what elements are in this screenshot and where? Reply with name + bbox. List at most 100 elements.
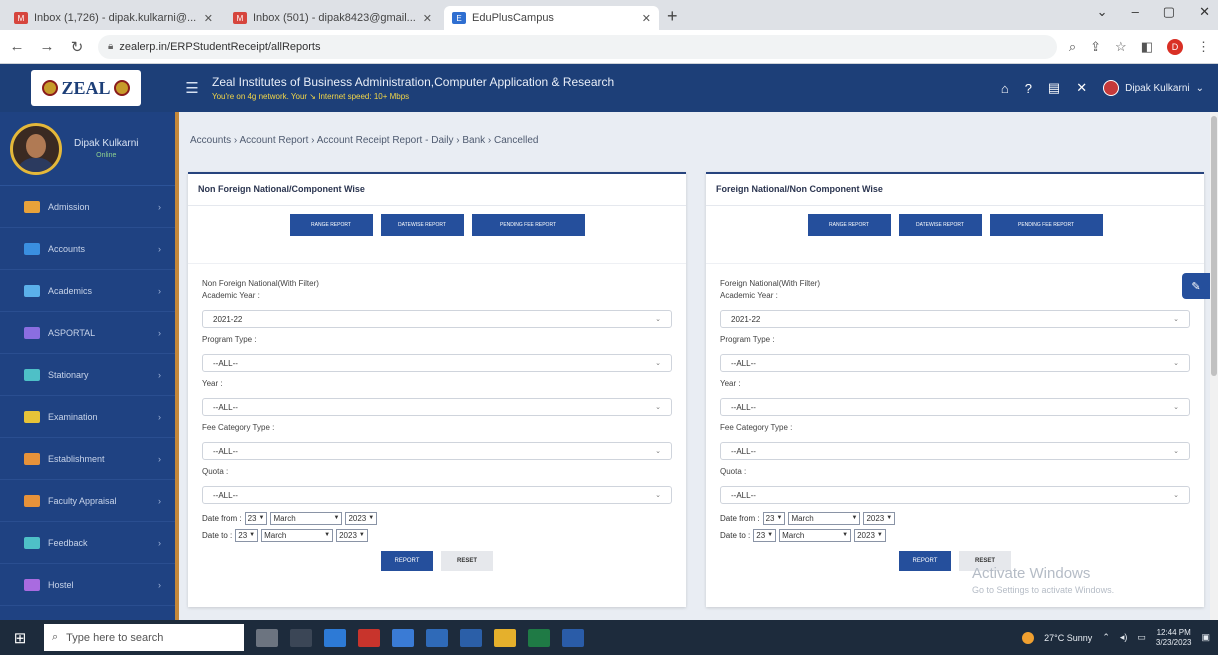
tab-search-icon[interactable]: ⌄ [1097, 4, 1108, 20]
network-icon[interactable]: ▭ [1137, 632, 1146, 643]
notification-icon[interactable]: ▣ [1201, 632, 1210, 643]
help-icon[interactable]: ? [1025, 81, 1032, 96]
speaker-icon[interactable]: ◂) [1120, 632, 1128, 643]
scrollbar-thumb[interactable] [1211, 116, 1217, 376]
sidebar-item-accounts[interactable]: Accounts › [0, 228, 175, 270]
sidebar-item-label: Establishment [48, 453, 105, 464]
program-type-select[interactable]: --ALL-- ⌄ [720, 354, 1190, 372]
form-actions: REPORT RESET [720, 551, 1190, 571]
date-to-month-select[interactable]: March ▼ [261, 528, 334, 542]
non-foreign-panel: Non Foreign National/Component Wise RANG… [188, 172, 686, 607]
maximize-icon[interactable]: ▢ [1163, 4, 1175, 20]
hamburger-menu-icon[interactable]: ☰ [172, 79, 212, 97]
mail-icon[interactable] [460, 628, 482, 647]
zoom-icon[interactable]: ⌕ [1069, 39, 1076, 55]
date-to-year-select[interactable]: 2023 ▼ [854, 528, 886, 542]
pending-fee-report-button[interactable]: PENDING FEE REPORT [471, 214, 585, 236]
url-bar[interactable]: 🔒︎ zealerp.in/ERPStudentReceipt/allRepor… [98, 34, 1057, 59]
window-close-icon[interactable]: ✕ [1199, 4, 1210, 20]
year-select[interactable]: --ALL-- ⌄ [202, 398, 672, 416]
close-icon[interactable]: ✕ [423, 12, 432, 25]
store-icon[interactable] [426, 628, 448, 647]
windows-start-icon[interactable]: ⊞ [8, 629, 32, 647]
fee-category-select[interactable]: --ALL-- ⌄ [720, 442, 1190, 460]
sidebar-item-admission[interactable]: Admission › [0, 186, 175, 228]
sidebar-item-establishment[interactable]: Establishment › [0, 438, 175, 480]
program-type-label: Program Type : [202, 335, 257, 344]
forward-icon[interactable]: → [38, 38, 56, 55]
close-icon[interactable]: ✕ [642, 12, 651, 25]
sidebar-item-examination[interactable]: Examination › [0, 396, 175, 438]
datewise-report-button[interactable]: DATEWISE REPORT [898, 214, 982, 236]
report-button[interactable]: REPORT [899, 551, 951, 571]
year-value: 2023 [866, 513, 885, 523]
sidebar-divider [175, 112, 179, 620]
range-report-button[interactable]: RANGE REPORT [807, 214, 891, 236]
logo-box: ZEAL [31, 70, 141, 106]
taskbar-search[interactable]: ⌕ Type here to search [44, 624, 244, 651]
browser-tab-gmail-2[interactable]: M Inbox (501) - dipak8423@gmail... ✕ [225, 6, 440, 30]
date-to-month-select[interactable]: March ▼ [779, 528, 852, 542]
select-value: 2021-22 [731, 314, 761, 324]
pending-fee-report-button[interactable]: PENDING FEE REPORT [989, 214, 1103, 236]
report-button[interactable]: REPORT [381, 551, 433, 571]
new-tab-icon[interactable]: + [667, 6, 678, 27]
home-icon[interactable]: ⌂ [1001, 81, 1009, 96]
datewise-report-button[interactable]: DATEWISE REPORT [380, 214, 464, 236]
date-from-month-select[interactable]: March ▼ [270, 511, 343, 525]
sidebar-item-feedback[interactable]: Feedback › [0, 522, 175, 564]
date-from-year-select[interactable]: 2023 ▼ [863, 511, 896, 525]
back-icon[interactable]: ← [8, 38, 26, 55]
date-from-month-select[interactable]: March ▼ [788, 511, 861, 525]
sidebar-item-asportal[interactable]: ASPORTAL › [0, 312, 175, 354]
file-explorer-icon[interactable] [392, 628, 414, 647]
select-value: --ALL-- [731, 358, 756, 368]
date-to-day-select[interactable]: 23 ▼ [753, 528, 777, 542]
date-to-year-select[interactable]: 2023 ▼ [336, 528, 368, 542]
cortana-icon[interactable] [256, 628, 278, 647]
clock-date: 3/23/2023 [1155, 637, 1192, 647]
tools-icon[interactable]: ✕ [1076, 80, 1087, 96]
kebab-menu-icon[interactable]: ⋮ [1197, 39, 1210, 55]
academic-year-select[interactable]: 2021-22 ⌄ [202, 310, 672, 328]
browser-tab-eduplus[interactable]: E EduPlusCampus ✕ [444, 6, 659, 30]
excel-icon[interactable] [528, 628, 550, 647]
weather-text[interactable]: 27°C Sunny [1044, 633, 1092, 643]
fee-category-select[interactable]: --ALL-- ⌄ [202, 442, 672, 460]
reload-icon[interactable]: ↻ [68, 38, 86, 56]
academic-year-select[interactable]: 2021-22 ⌄ [720, 310, 1190, 328]
date-to-day-select[interactable]: 23 ▼ [235, 528, 259, 542]
reset-button[interactable]: RESET [441, 551, 493, 571]
sidebar-item-academics[interactable]: Academics › [0, 270, 175, 312]
word-icon[interactable] [562, 628, 584, 647]
range-report-button[interactable]: RANGE REPORT [289, 214, 373, 236]
date-from-day-select[interactable]: 23 ▼ [762, 511, 786, 525]
chrome-icon[interactable] [494, 628, 516, 647]
year-select[interactable]: --ALL-- ⌄ [720, 398, 1190, 416]
date-from-day-select[interactable]: 23 ▼ [244, 511, 268, 525]
minimize-icon[interactable]: – [1132, 4, 1139, 20]
clock[interactable]: 12:44 PM 3/23/2023 [1156, 628, 1192, 648]
chat-icon[interactable]: ▤ [1048, 80, 1060, 96]
sidebar-item-faculty-appraisal[interactable]: Faculty Appraisal › [0, 480, 175, 522]
sidebar-item-hostel[interactable]: Hostel › [0, 564, 175, 606]
quota-select[interactable]: --ALL-- ⌄ [720, 486, 1190, 504]
zeal-logo[interactable]: ZEAL [0, 64, 172, 112]
page-scrollbar[interactable] [1210, 112, 1218, 620]
sidebar-item-stationary[interactable]: Stationary › [0, 354, 175, 396]
profile-icon[interactable]: D [1167, 38, 1183, 55]
program-type-select[interactable]: --ALL-- ⌄ [202, 354, 672, 372]
sidepanel-icon[interactable]: ◧ [1141, 39, 1153, 55]
edge-icon[interactable] [324, 628, 346, 647]
date-from-year-select[interactable]: 2023 ▼ [345, 511, 378, 525]
bookmark-star-icon[interactable]: ☆ [1115, 39, 1127, 55]
user-menu[interactable]: Dipak Kulkarni ⌄ [1103, 80, 1204, 96]
close-icon[interactable]: ✕ [204, 12, 213, 25]
browser-tab-gmail-1[interactable]: M Inbox (1,726) - dipak.kulkarni@... ✕ [6, 6, 221, 30]
acrobat-icon[interactable] [358, 628, 380, 647]
task-view-icon[interactable] [290, 628, 312, 647]
share-icon[interactable]: ⇪ [1090, 39, 1101, 55]
floating-edit-button[interactable]: ✎ [1182, 273, 1210, 299]
quota-select[interactable]: --ALL-- ⌄ [202, 486, 672, 504]
tray-expand-icon[interactable]: ⌃ [1102, 632, 1110, 643]
